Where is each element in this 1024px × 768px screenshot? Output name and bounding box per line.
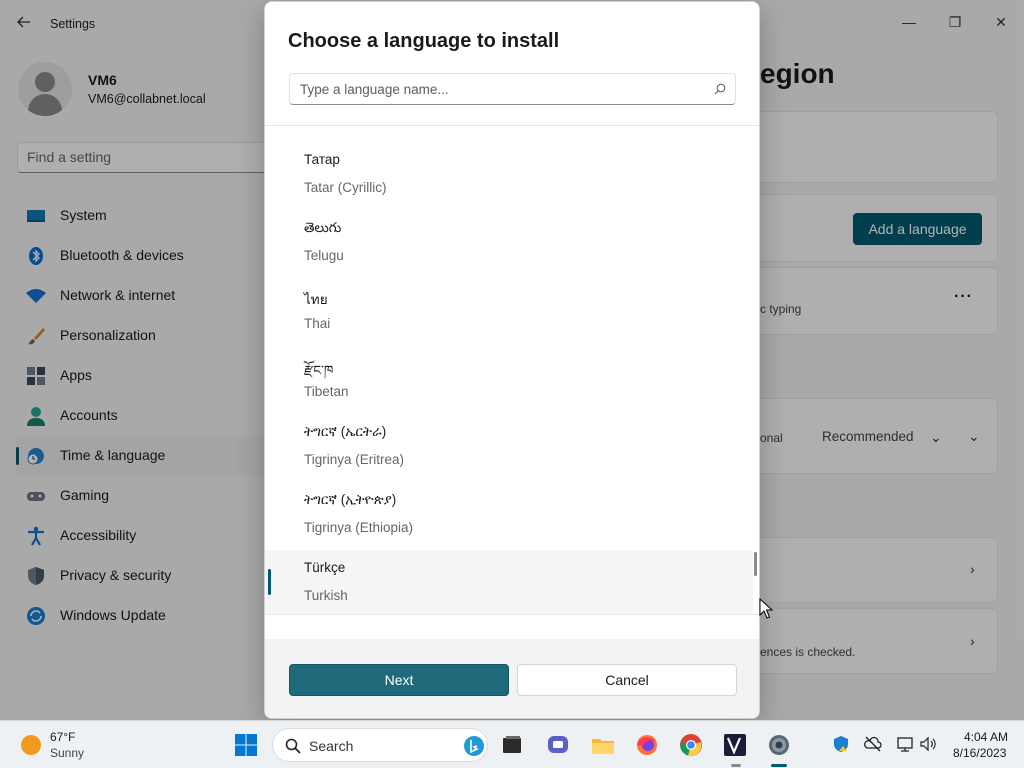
mouse-cursor-icon [759, 598, 773, 619]
clock-time[interactable]: 4:04 AM [964, 730, 1008, 744]
list-item[interactable]: Татар Tatar (Cyrillic) [265, 126, 753, 195]
language-english-name: Tigrinya (Eritrea) [304, 452, 405, 467]
chrome-icon[interactable] [679, 733, 703, 757]
list-item[interactable]: ไทย Thai [265, 262, 753, 331]
language-native-name: Татар [304, 152, 340, 167]
next-button[interactable]: Next [289, 664, 509, 696]
language-native-name: ትግርኛ (ኢትዮጵያ) [304, 492, 397, 507]
choose-language-dialog: Choose a language to install Татар Tatar… [264, 1, 760, 719]
volume-icon[interactable] [919, 735, 937, 753]
language-search-box [289, 73, 736, 105]
language-english-name: Thai [304, 316, 331, 331]
language-english-name: Tibetan [304, 384, 349, 399]
selection-indicator [268, 569, 271, 595]
firefox-icon[interactable] [635, 733, 659, 757]
onedrive-offline-icon[interactable] [864, 735, 882, 753]
teams-chat-icon[interactable] [546, 733, 570, 757]
clock-date[interactable]: 8/16/2023 [953, 746, 1006, 760]
language-english-name: Tatar (Cyrillic) [304, 180, 387, 195]
weather-temp: 67°F [50, 730, 76, 744]
list-item[interactable]: ትግርኛ (ኢትዮጵያ) Tigrinya (Ethiopia) [265, 466, 753, 535]
language-native-name: ትግርኛ (ኤርትራ) [304, 424, 387, 439]
network-icon[interactable] [896, 735, 914, 753]
list-item[interactable]: རྫོང་ཁ Tibetan [265, 330, 753, 399]
language-list[interactable]: Татар Tatar (Cyrillic) తెలుగు Telugu ไทย… [265, 125, 759, 615]
search-icon[interactable] [714, 83, 726, 95]
cancel-button[interactable]: Cancel [517, 664, 737, 696]
search-icon [285, 738, 301, 754]
file-explorer-icon[interactable] [591, 733, 615, 757]
list-item-selected[interactable]: Türkçe Turkish [265, 550, 753, 614]
list-item[interactable]: తెలుగు Telugu [265, 194, 753, 263]
running-indicator [731, 764, 741, 767]
language-english-name: Telugu [304, 248, 344, 263]
language-english-name: Tigrinya (Ethiopia) [304, 520, 414, 535]
settings-gear-icon[interactable] [767, 733, 791, 757]
taskbar-search[interactable]: Search [272, 728, 488, 762]
list-item[interactable]: ትግርኛ (ኤርትራ) Tigrinya (Eritrea) [265, 398, 753, 467]
bing-icon[interactable] [463, 735, 485, 757]
taskbar: 67°F Sunny Search 4:04 AM 8/16/2023 [0, 720, 1024, 768]
language-search-input[interactable] [290, 74, 700, 104]
running-indicator-active [771, 764, 787, 767]
language-english-name: Turkish [304, 588, 348, 603]
dialog-title: Choose a language to install [288, 30, 560, 52]
sun-icon [21, 735, 41, 755]
language-native-name: ไทย [304, 292, 328, 307]
vscode-icon[interactable] [723, 733, 747, 757]
windows-start-icon[interactable] [234, 733, 258, 757]
search-label: Search [309, 738, 354, 754]
language-native-name: Türkçe [304, 560, 346, 575]
weather-condition: Sunny [50, 746, 85, 760]
language-native-name: తెలుగు [304, 220, 342, 235]
defender-shield-icon[interactable] [832, 735, 850, 753]
dialog-footer: Next Cancel [265, 639, 759, 718]
scrollbar-thumb[interactable] [754, 552, 757, 576]
terminal-icon[interactable] [500, 733, 524, 757]
